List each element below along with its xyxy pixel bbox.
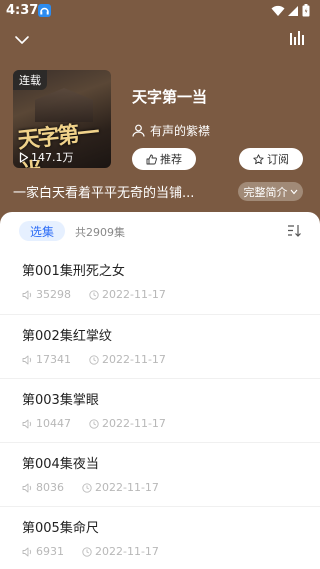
episode-title: 第001集刑死之女 — [22, 264, 125, 279]
book-title: 天字第一当 — [132, 88, 208, 106]
recommend-label: 推荐 — [160, 153, 182, 166]
episode-meta: 8036 2022-11-17 — [22, 481, 177, 494]
episode-title: 第002集红掌纹 — [22, 329, 112, 344]
author-name: 有声的紫襟 — [150, 124, 211, 138]
wifi-icon — [271, 5, 285, 16]
collapse-chevron-icon[interactable] — [13, 32, 31, 46]
chevron-down-icon — [290, 189, 297, 194]
episode-title: 第003集掌眼 — [22, 393, 99, 408]
episode-count: 共2909集 — [75, 226, 125, 239]
clock-icon — [89, 418, 99, 429]
author-link[interactable]: 有声的紫襟 — [132, 122, 210, 139]
play-count: 147.1万 — [19, 149, 74, 165]
episode-plays: 10447 — [36, 417, 71, 430]
subscribe-button[interactable]: 订阅 — [239, 148, 303, 170]
full-intro-label: 完整简介 — [243, 185, 288, 199]
thumbs-up-icon — [146, 154, 157, 164]
plays-icon — [22, 419, 32, 428]
clock-icon — [82, 482, 92, 493]
status-icons — [271, 4, 310, 17]
episode-meta: 6931 2022-11-17 — [22, 545, 177, 558]
sort-icon[interactable] — [287, 223, 302, 238]
episode-title: 第004集夜当 — [22, 457, 99, 472]
episode-plays: 35298 — [36, 288, 71, 301]
episode-panel: 选集 共2909集 第001集刑死之女 35298 2022-11-17 第00… — [0, 212, 320, 569]
episode-plays: 8036 — [36, 481, 64, 494]
playback-bars-icon[interactable] — [289, 30, 307, 46]
play-icon — [19, 151, 29, 163]
user-icon — [132, 124, 145, 137]
battery-icon — [302, 4, 310, 17]
serial-badge: 连载 — [13, 70, 47, 90]
status-bar: 4:37 — [0, 0, 320, 22]
clock-icon — [89, 289, 99, 300]
episode-date: 2022-11-17 — [102, 417, 166, 430]
clock-icon — [89, 354, 99, 365]
episode-item[interactable]: 第001集刑死之女 35298 2022-11-17 — [0, 250, 320, 314]
episode-date: 2022-11-17 — [102, 288, 166, 301]
episode-plays: 17341 — [36, 353, 71, 366]
episode-meta: 17341 2022-11-17 — [22, 353, 184, 366]
episode-date: 2022-11-17 — [95, 481, 159, 494]
episode-date: 2022-11-17 — [95, 545, 159, 558]
plays-icon — [22, 355, 32, 364]
full-intro-button[interactable]: 完整简介 — [238, 182, 303, 201]
episode-meta: 10447 2022-11-17 — [22, 417, 184, 430]
plays-icon — [22, 290, 32, 299]
episode-item[interactable]: 第002集红掌纹 17341 2022-11-17 — [0, 314, 320, 378]
episode-plays: 6931 — [36, 545, 64, 558]
tab-episodes[interactable]: 选集 — [19, 221, 65, 241]
recommend-button[interactable]: 推荐 — [132, 148, 196, 170]
star-icon — [253, 153, 264, 164]
episode-item[interactable]: 第003集掌眼 10447 2022-11-17 — [0, 378, 320, 442]
episode-date: 2022-11-17 — [102, 353, 166, 366]
book-cover[interactable]: 连载 天字第一当 147.1万 — [13, 70, 111, 168]
episode-title: 第005集命尺 — [22, 521, 99, 536]
book-intro: 一家白天看着平平无奇的当铺... — [13, 186, 195, 201]
plays-icon — [22, 483, 32, 492]
notification-app-icon — [38, 4, 51, 17]
play-count-value: 147.1万 — [31, 151, 74, 164]
plays-icon — [22, 547, 32, 556]
episode-item[interactable]: 第005集命尺 6931 2022-11-17 — [0, 506, 320, 569]
episode-list: 第001集刑死之女 35298 2022-11-17 第002集红掌纹 1734… — [0, 250, 320, 569]
tab-episodes-label: 选集 — [29, 224, 54, 239]
signal-icon — [288, 5, 298, 16]
clock-icon — [82, 546, 92, 557]
episode-meta: 35298 2022-11-17 — [22, 288, 184, 301]
episode-item[interactable]: 第004集夜当 8036 2022-11-17 — [0, 442, 320, 506]
subscribe-label: 订阅 — [267, 153, 289, 166]
status-time: 4:37 — [6, 3, 39, 18]
